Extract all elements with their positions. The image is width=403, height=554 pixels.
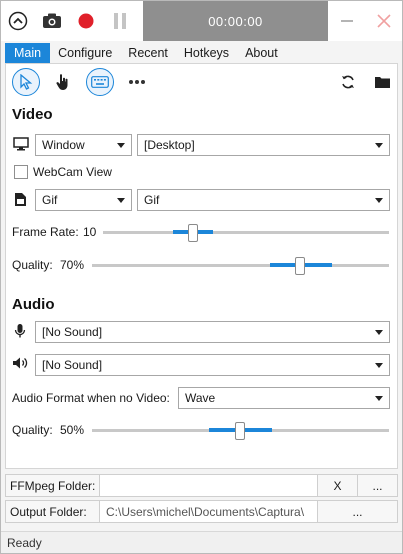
audio-format-label: Audio Format when no Video: bbox=[12, 391, 170, 405]
slider-track bbox=[103, 231, 389, 234]
chevron-down-icon bbox=[375, 198, 383, 203]
ffmpeg-folder-row: FFMpeg Folder: X ... bbox=[5, 474, 398, 497]
chevron-down-icon bbox=[117, 143, 125, 148]
folder-icon bbox=[374, 77, 390, 88]
minimize-button[interactable] bbox=[328, 1, 365, 41]
ffmpeg-clear-button[interactable]: X bbox=[318, 475, 358, 496]
slider-thumb[interactable] bbox=[188, 224, 198, 242]
audio-quality-value: 50% bbox=[60, 423, 85, 437]
tab-hotkeys[interactable]: Hotkeys bbox=[176, 43, 237, 63]
minimize-icon bbox=[340, 20, 353, 22]
tab-main[interactable]: Main bbox=[5, 43, 51, 63]
microphone-value: [No Sound] bbox=[42, 325, 103, 339]
app-window: 00:00:00 Main Configure Recent Hotkeys A… bbox=[0, 0, 403, 554]
speaker-select[interactable]: [No Sound] bbox=[35, 354, 390, 376]
output-folder-row: Output Folder: C:\Users\michel\Documents… bbox=[5, 500, 398, 523]
record-button[interactable] bbox=[69, 1, 103, 41]
video-quality-label: Quality: bbox=[12, 258, 53, 272]
close-icon bbox=[376, 14, 391, 28]
video-codec-value: Gif bbox=[144, 193, 160, 207]
video-codec-select[interactable]: Gif bbox=[137, 189, 390, 211]
slider-thumb[interactable] bbox=[295, 257, 305, 275]
microphone-icon bbox=[14, 324, 26, 338]
cursor-toggle[interactable] bbox=[12, 68, 40, 96]
audio-quality-slider[interactable] bbox=[92, 422, 389, 440]
pause-button[interactable] bbox=[103, 1, 137, 41]
microphone-select[interactable]: [No Sound] bbox=[35, 321, 390, 343]
ffmpeg-browse-button[interactable]: ... bbox=[358, 475, 397, 496]
pause-icon bbox=[114, 13, 126, 29]
main-panel: Video Window [Desktop] WebCam View Gif G… bbox=[5, 63, 398, 469]
cursor-icon bbox=[20, 74, 33, 90]
speaker-value: [No Sound] bbox=[42, 358, 103, 372]
ffmpeg-folder-input[interactable] bbox=[100, 475, 318, 496]
frame-rate-value: 10 bbox=[83, 225, 97, 239]
file-icon bbox=[15, 193, 26, 206]
tab-about[interactable]: About bbox=[237, 43, 286, 63]
refresh-button[interactable] bbox=[334, 68, 362, 96]
tab-bar: Main Configure Recent Hotkeys About bbox=[5, 43, 286, 63]
title-bar: 00:00:00 bbox=[1, 1, 402, 41]
click-hand-icon bbox=[56, 74, 68, 90]
video-source-type-value: Window bbox=[42, 138, 85, 152]
video-source-type-select[interactable]: Window bbox=[35, 134, 132, 156]
output-folder-input[interactable]: C:\Users\michel\Documents\Captura\ bbox=[100, 501, 318, 522]
screenshot-icon bbox=[43, 13, 61, 28]
ffmpeg-folder-label: FFMpeg Folder: bbox=[6, 475, 100, 496]
webcam-checkbox[interactable] bbox=[14, 165, 28, 179]
keystrokes-toggle[interactable] bbox=[86, 68, 114, 96]
main-toolbar bbox=[12, 68, 392, 98]
record-icon bbox=[78, 13, 94, 29]
elapsed-timer: 00:00:00 bbox=[143, 1, 328, 41]
tab-configure[interactable]: Configure bbox=[50, 43, 120, 63]
tab-recent[interactable]: Recent bbox=[120, 43, 176, 63]
output-folder-label: Output Folder: bbox=[6, 501, 100, 522]
chevron-down-icon bbox=[117, 198, 125, 203]
slider-track bbox=[92, 264, 389, 267]
click-toggle[interactable] bbox=[49, 68, 77, 96]
capture-controls bbox=[1, 1, 143, 41]
chevron-down-icon bbox=[375, 143, 383, 148]
output-browse-button[interactable]: ... bbox=[318, 501, 397, 522]
collapse-button[interactable] bbox=[1, 1, 35, 41]
keyboard-icon bbox=[91, 76, 109, 88]
frame-rate-label: Frame Rate: bbox=[12, 225, 79, 239]
video-source-value: [Desktop] bbox=[144, 138, 195, 152]
video-section-title: Video bbox=[12, 106, 53, 123]
more-button[interactable] bbox=[123, 68, 151, 96]
open-folder-button[interactable] bbox=[368, 68, 396, 96]
refresh-icon bbox=[342, 75, 354, 89]
video-source-select[interactable]: [Desktop] bbox=[137, 134, 390, 156]
audio-quality-label: Quality: bbox=[12, 423, 53, 437]
webcam-label: WebCam View bbox=[33, 165, 112, 179]
more-icon bbox=[129, 80, 145, 84]
video-quality-slider[interactable] bbox=[92, 257, 389, 275]
collapse-icon bbox=[8, 11, 28, 31]
audio-section-title: Audio bbox=[12, 296, 55, 313]
monitor-icon bbox=[13, 137, 29, 151]
chevron-down-icon bbox=[375, 363, 383, 368]
chevron-down-icon bbox=[375, 396, 383, 401]
close-button[interactable] bbox=[365, 1, 402, 41]
audio-format-value: Wave bbox=[185, 391, 216, 405]
slider-thumb[interactable] bbox=[235, 422, 245, 440]
video-format-value: Gif bbox=[42, 193, 58, 207]
video-format-select[interactable]: Gif bbox=[35, 189, 132, 211]
speaker-icon bbox=[13, 357, 28, 369]
frame-rate-slider[interactable] bbox=[103, 224, 389, 242]
audio-format-select[interactable]: Wave bbox=[178, 387, 390, 409]
screenshot-button[interactable] bbox=[35, 1, 69, 41]
video-quality-value: 70% bbox=[60, 258, 85, 272]
status-bar: Ready bbox=[1, 531, 402, 553]
chevron-down-icon bbox=[375, 330, 383, 335]
window-controls bbox=[328, 1, 402, 41]
